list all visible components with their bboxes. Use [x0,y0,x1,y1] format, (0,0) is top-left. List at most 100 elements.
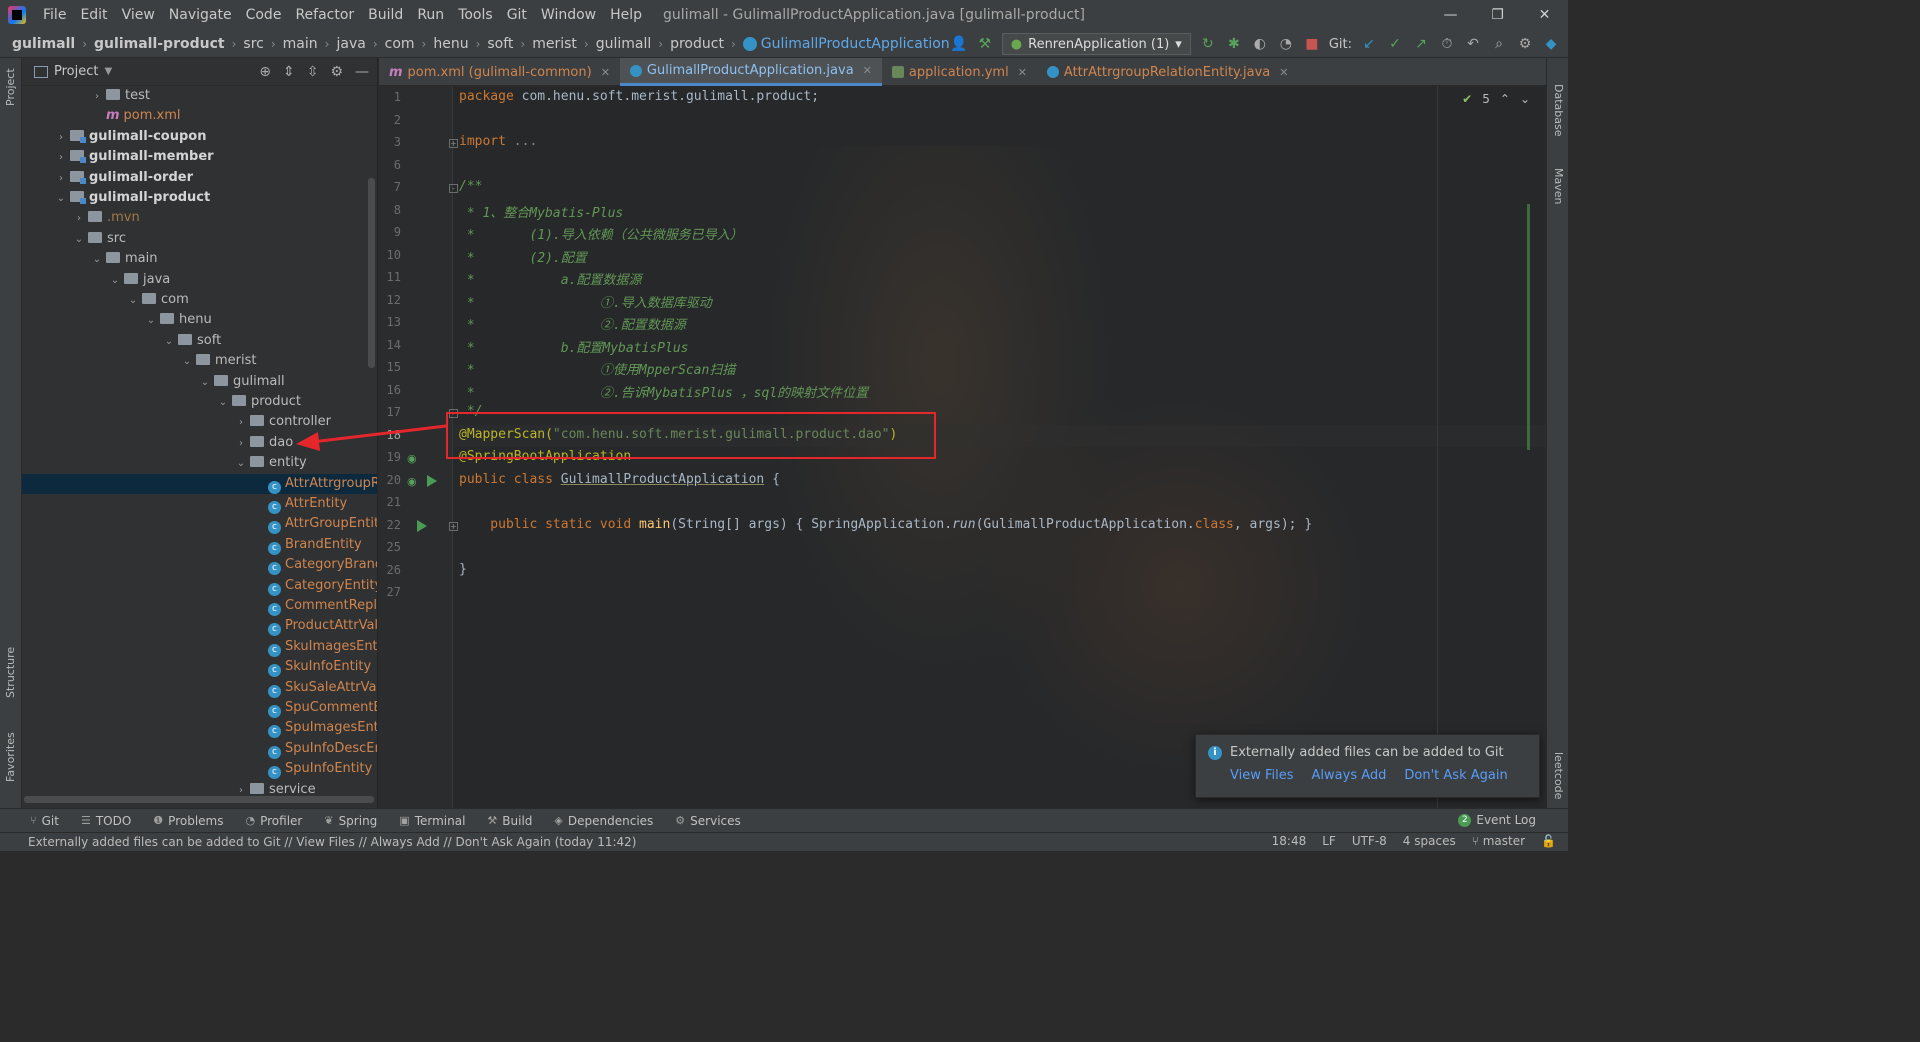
tool-profiler[interactable]: ◔ Profiler [245,814,302,828]
tree-item-product[interactable]: ⌄ product [22,392,377,412]
event-log-button[interactable]: 2 Event Log [1458,813,1536,827]
tool-dependencies[interactable]: ◈ Dependencies [554,814,653,828]
tree-item-categorybrand[interactable]: c CategoryBrand [22,555,377,576]
tool-services[interactable]: ⚙ Services [675,814,740,828]
git-update-icon[interactable]: ↙ [1360,35,1378,53]
tree-item-gulimall-coupon[interactable]: › gulimall-coupon [22,127,377,148]
crumb-merist[interactable]: merist [532,36,577,52]
crumb-soft[interactable]: soft [487,36,513,52]
menu-code[interactable]: Code [239,7,289,23]
tool-terminal[interactable]: ▣ Terminal [399,814,465,828]
bean-icon[interactable]: ◉ [407,452,419,465]
file-encoding[interactable]: UTF-8 [1352,834,1387,848]
chevron-right-icon[interactable]: › [234,413,248,433]
project-view-select[interactable]: Project [54,64,98,79]
tab-pom-xml[interactable]: m pom.xml (gulimall-common) ✕ [379,58,620,86]
chevron-down-icon[interactable]: ⌄ [126,291,140,311]
tree-item-dao[interactable]: › dao [22,433,377,454]
debug-icon[interactable]: ✱ [1225,35,1243,53]
view-files-link[interactable]: View Files [1230,768,1294,783]
chevron-right-icon[interactable]: › [54,128,68,148]
fold-icon[interactable]: + [449,522,458,531]
run-icon[interactable] [417,520,427,532]
tab-gulimall-product-application[interactable]: GulimallProductApplication.java ✕ [619,58,882,86]
tree-item-gulimall-product[interactable]: ⌄ gulimall-product [22,188,377,209]
crumb-class[interactable]: GulimallProductApplication [761,36,950,52]
user-icon[interactable]: 👤 [950,35,968,53]
chevron-right-icon[interactable]: › [72,209,86,229]
indent-setting[interactable]: 4 spaces [1403,834,1456,848]
fold-icon[interactable]: - [449,184,458,193]
chevron-right-icon[interactable]: › [54,169,68,189]
inspection-widget[interactable]: ✔ 5 ⌃ ⌄ [1462,92,1530,106]
tree-item-java[interactable]: ⌄ java [22,270,377,290]
lock-icon[interactable]: 🔓 [1541,834,1556,848]
expand-all-icon[interactable]: ⇕ [283,64,295,80]
menu-git[interactable]: Git [500,7,534,23]
tree-item-attrentity[interactable]: c AttrEntity [22,494,377,514]
tree-item-productattrval[interactable]: c ProductAttrVal [22,616,377,637]
collapse-all-icon[interactable]: ⇳ [307,64,319,80]
chevron-up-icon[interactable]: ⌃ [1500,92,1510,106]
bean-icon[interactable]: ◉ [407,475,419,488]
favorites-tool-tab[interactable]: Favorites [4,732,17,782]
tree-item-merist[interactable]: ⌄ merist [22,351,377,371]
tree-item-brandentity[interactable]: c BrandEntity [22,535,377,555]
tree-item-spuimagesentit[interactable]: c SpuImagesEntit [22,718,377,739]
menu-tools[interactable]: Tools [451,7,500,23]
tree-item-attrattrgroupr[interactable]: c AttrAttrgroupR [22,473,377,494]
tree-item-skuinfoentity[interactable]: c SkuInfoEntity [22,657,377,678]
close-icon[interactable]: ✕ [601,66,610,79]
tree-item-controller[interactable]: › controller [22,412,377,433]
minimize-button[interactable]: — [1427,0,1474,30]
crumb-com[interactable]: com [385,36,415,52]
tab-application-yml[interactable]: application.yml ✕ [882,58,1037,86]
chevron-down-icon[interactable]: ⌄ [162,332,176,352]
tool-spring[interactable]: ❦ Spring [324,814,377,828]
tree-item-pom-xml[interactable]: m pom.xml [22,106,377,126]
crumb-project[interactable]: gulimall [12,36,75,52]
tree-item-henu[interactable]: ⌄ henu [22,310,377,330]
tool-git[interactable]: ⑂ Git [30,814,59,828]
menu-window[interactable]: Window [534,7,603,23]
git-commit-icon[interactable]: ✓ [1386,35,1404,53]
tool-build[interactable]: ⚒ Build [487,814,532,828]
tree-item-gulimall[interactable]: ⌄ gulimall [22,372,377,393]
chevron-right-icon[interactable]: › [54,148,68,168]
maven-tool-tab[interactable]: Maven [1552,168,1565,204]
hammer-icon[interactable]: ⚒ [976,35,994,53]
tool-problems[interactable]: ❶ Problems [153,814,223,828]
menu-refactor[interactable]: Refactor [288,7,361,23]
chevron-right-icon[interactable]: › [234,434,248,454]
crumb-java[interactable]: java [336,36,365,52]
git-push-icon[interactable]: ↗ [1412,35,1430,53]
tree-item-entity[interactable]: ⌄ entity [22,453,377,473]
chevron-down-icon[interactable]: ⌄ [54,189,68,209]
tree-item-skuimagesentit[interactable]: c SkuImagesEntit [22,637,377,657]
chevron-down-icon[interactable]: ⌄ [198,373,212,393]
tree-vertical-scrollbar[interactable] [368,178,375,368]
gear-icon[interactable]: ⚙ [330,64,343,80]
code-editor[interactable]: ✔ 5 ⌃ ⌄ 1 2 3 6 7 8 9 10 11 12 13 14 15 … [379,86,1546,808]
leetcode-tool-tab[interactable]: leetcode [1552,752,1565,799]
rollback-icon[interactable]: ↶ [1464,35,1482,53]
history-icon[interactable]: ⏱ [1438,35,1456,53]
database-tool-tab[interactable]: Database [1552,84,1565,137]
caret-position[interactable]: 18:48 [1272,834,1307,848]
tree-item-spuinfoentity[interactable]: c SpuInfoEntity [22,759,377,780]
tab-attr-attrgroup-relation-entity[interactable]: AttrAttrgroupRelationEntity.java ✕ [1037,58,1299,86]
chevron-down-icon[interactable]: ⌄ [72,230,86,250]
tree-item-soft[interactable]: ⌄ soft [22,331,377,352]
close-window-button[interactable]: ✕ [1521,0,1568,30]
stop-icon[interactable]: ■ [1303,35,1321,53]
status-message[interactable]: Externally added files can be added to G… [28,835,637,849]
close-icon[interactable]: ✕ [863,64,872,77]
run-icon[interactable] [427,475,437,487]
close-icon[interactable]: ✕ [1018,66,1027,79]
chevron-down-icon[interactable]: ▼ [104,66,112,77]
coverage-icon[interactable]: ◐ [1251,35,1269,53]
search-icon[interactable]: ⌕ [1490,35,1508,53]
crumb-gulimall[interactable]: gulimall [596,36,652,52]
git-branch[interactable]: ⑂ master [1472,834,1525,848]
tree-item-spucommenter[interactable]: c SpuCommentEr [22,698,377,718]
